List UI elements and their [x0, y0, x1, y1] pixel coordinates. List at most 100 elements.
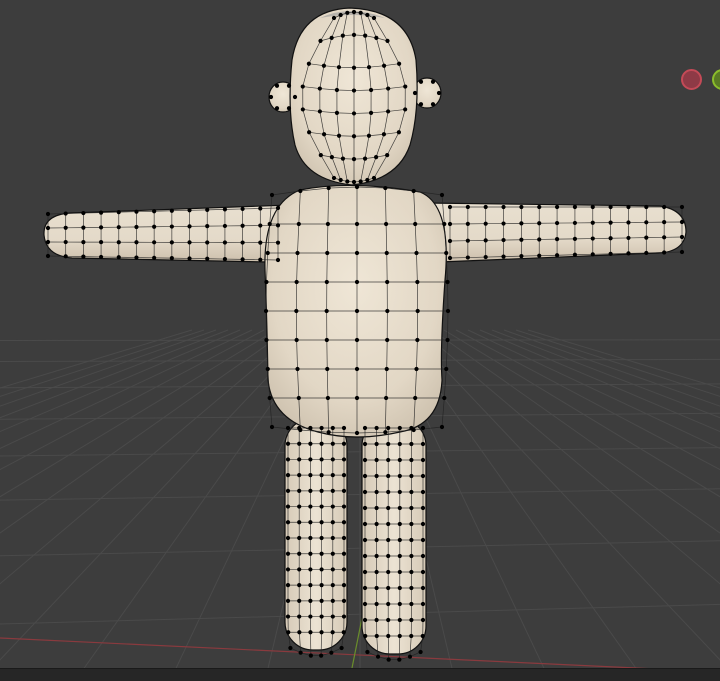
- mesh-vertex[interactable]: [45, 239, 51, 245]
- mesh-vertex[interactable]: [362, 473, 368, 479]
- mesh-vertex[interactable]: [338, 177, 343, 183]
- mesh-vertex[interactable]: [258, 257, 263, 262]
- mesh-vertex[interactable]: [413, 221, 418, 227]
- mesh-vertex[interactable]: [590, 204, 595, 210]
- mesh-vertex[interactable]: [363, 633, 368, 639]
- mesh-vertex[interactable]: [351, 65, 357, 70]
- mesh-vertex[interactable]: [169, 256, 174, 261]
- mesh-vertex[interactable]: [397, 617, 402, 623]
- mesh-vertex[interactable]: [318, 153, 323, 158]
- mesh-vertex[interactable]: [275, 257, 281, 263]
- mesh-vertex[interactable]: [265, 250, 270, 256]
- viewport-scene[interactable]: [0, 0, 720, 681]
- mesh-vertex[interactable]: [296, 395, 301, 401]
- mesh-vertex[interactable]: [501, 204, 506, 210]
- mesh-vertex[interactable]: [420, 617, 426, 623]
- mesh-vertex[interactable]: [420, 457, 426, 463]
- mesh-vertex[interactable]: [240, 257, 245, 262]
- mesh-vertex[interactable]: [354, 279, 360, 285]
- mesh-vertex[interactable]: [537, 253, 542, 258]
- mesh-vertex[interactable]: [386, 441, 391, 447]
- mesh-vertex[interactable]: [414, 366, 419, 372]
- mesh-vertex[interactable]: [420, 425, 426, 431]
- mesh-vertex[interactable]: [351, 157, 357, 162]
- mesh-vertex[interactable]: [205, 256, 210, 261]
- mesh-vertex[interactable]: [341, 614, 347, 619]
- mesh-vertex[interactable]: [397, 601, 402, 607]
- mesh-vertex[interactable]: [483, 238, 488, 243]
- mesh-vertex[interactable]: [590, 220, 595, 225]
- mesh-vertex[interactable]: [362, 521, 368, 527]
- mesh-vertex[interactable]: [152, 209, 157, 214]
- mesh-vertex[interactable]: [297, 567, 302, 572]
- mesh-vertex[interactable]: [383, 221, 389, 227]
- mesh-vertex[interactable]: [420, 489, 426, 495]
- mesh-vertex[interactable]: [330, 520, 335, 525]
- mesh-vertex[interactable]: [501, 254, 506, 259]
- right-leg[interactable]: [361, 417, 427, 655]
- mesh-vertex[interactable]: [445, 337, 450, 343]
- mesh-vertex[interactable]: [45, 225, 51, 231]
- mesh-vertex[interactable]: [409, 585, 414, 591]
- mesh-vertex[interactable]: [368, 110, 374, 115]
- mesh-vertex[interactable]: [554, 253, 560, 258]
- mesh-vertex[interactable]: [285, 441, 291, 446]
- mesh-vertex[interactable]: [407, 654, 413, 659]
- mesh-vertex[interactable]: [265, 366, 270, 372]
- mesh-vertex[interactable]: [45, 211, 51, 217]
- mesh-vertex[interactable]: [324, 337, 329, 343]
- mesh-vertex[interactable]: [447, 238, 453, 244]
- mesh-vertex[interactable]: [308, 614, 313, 619]
- mesh-vertex[interactable]: [362, 441, 368, 447]
- mesh-vertex[interactable]: [679, 234, 685, 240]
- mesh-vertex[interactable]: [297, 614, 302, 619]
- mesh-vertex[interactable]: [285, 535, 291, 541]
- mesh-vertex[interactable]: [334, 87, 340, 93]
- mesh-vertex[interactable]: [307, 130, 312, 135]
- mesh-vertex[interactable]: [386, 109, 391, 114]
- mesh-vertex[interactable]: [63, 254, 68, 259]
- mesh-vertex[interactable]: [374, 505, 379, 511]
- mesh-vertex[interactable]: [519, 221, 524, 226]
- mesh-vertex[interactable]: [572, 220, 578, 226]
- mesh-vertex[interactable]: [483, 221, 488, 226]
- mesh-vertex[interactable]: [308, 473, 313, 478]
- mesh-vertex[interactable]: [374, 155, 379, 160]
- mesh-vertex[interactable]: [384, 250, 389, 256]
- mesh-vertex[interactable]: [187, 240, 192, 245]
- mesh-vertex[interactable]: [537, 221, 542, 226]
- character-mesh[interactable]: [43, 7, 687, 662]
- mesh-vertex[interactable]: [362, 553, 368, 559]
- mesh-vertex[interactable]: [286, 630, 291, 635]
- mesh-vertex[interactable]: [411, 188, 416, 194]
- mesh-vertex[interactable]: [351, 179, 357, 185]
- mesh-vertex[interactable]: [662, 204, 667, 210]
- mesh-vertex[interactable]: [409, 473, 414, 479]
- mesh-vertex[interactable]: [294, 337, 299, 343]
- mesh-vertex[interactable]: [285, 473, 291, 478]
- mesh-vertex[interactable]: [409, 633, 414, 639]
- mesh-vertex[interactable]: [397, 569, 402, 575]
- mesh-vertex[interactable]: [340, 33, 345, 38]
- mesh-vertex[interactable]: [341, 567, 347, 572]
- mesh-vertex[interactable]: [465, 238, 470, 243]
- mesh-vertex[interactable]: [205, 224, 210, 229]
- mesh-vertex[interactable]: [240, 206, 245, 212]
- mesh-vertex[interactable]: [386, 585, 391, 591]
- mesh-vertex[interactable]: [351, 9, 357, 15]
- mesh-vertex[interactable]: [519, 204, 524, 210]
- mesh-vertex[interactable]: [430, 102, 436, 107]
- mesh-vertex[interactable]: [537, 237, 542, 242]
- mesh-vertex[interactable]: [420, 441, 426, 447]
- mesh-vertex[interactable]: [374, 521, 379, 527]
- mesh-vertex[interactable]: [341, 583, 347, 588]
- mesh-vertex[interactable]: [341, 551, 347, 556]
- mesh-vertex[interactable]: [187, 208, 192, 213]
- mesh-vertex[interactable]: [397, 537, 402, 543]
- mesh-vertex[interactable]: [362, 617, 368, 623]
- mesh-vertex[interactable]: [442, 395, 447, 401]
- mesh-vertex[interactable]: [308, 441, 313, 446]
- mesh-vertex[interactable]: [362, 585, 368, 591]
- mesh-vertex[interactable]: [383, 185, 388, 191]
- mesh-vertex[interactable]: [334, 110, 340, 115]
